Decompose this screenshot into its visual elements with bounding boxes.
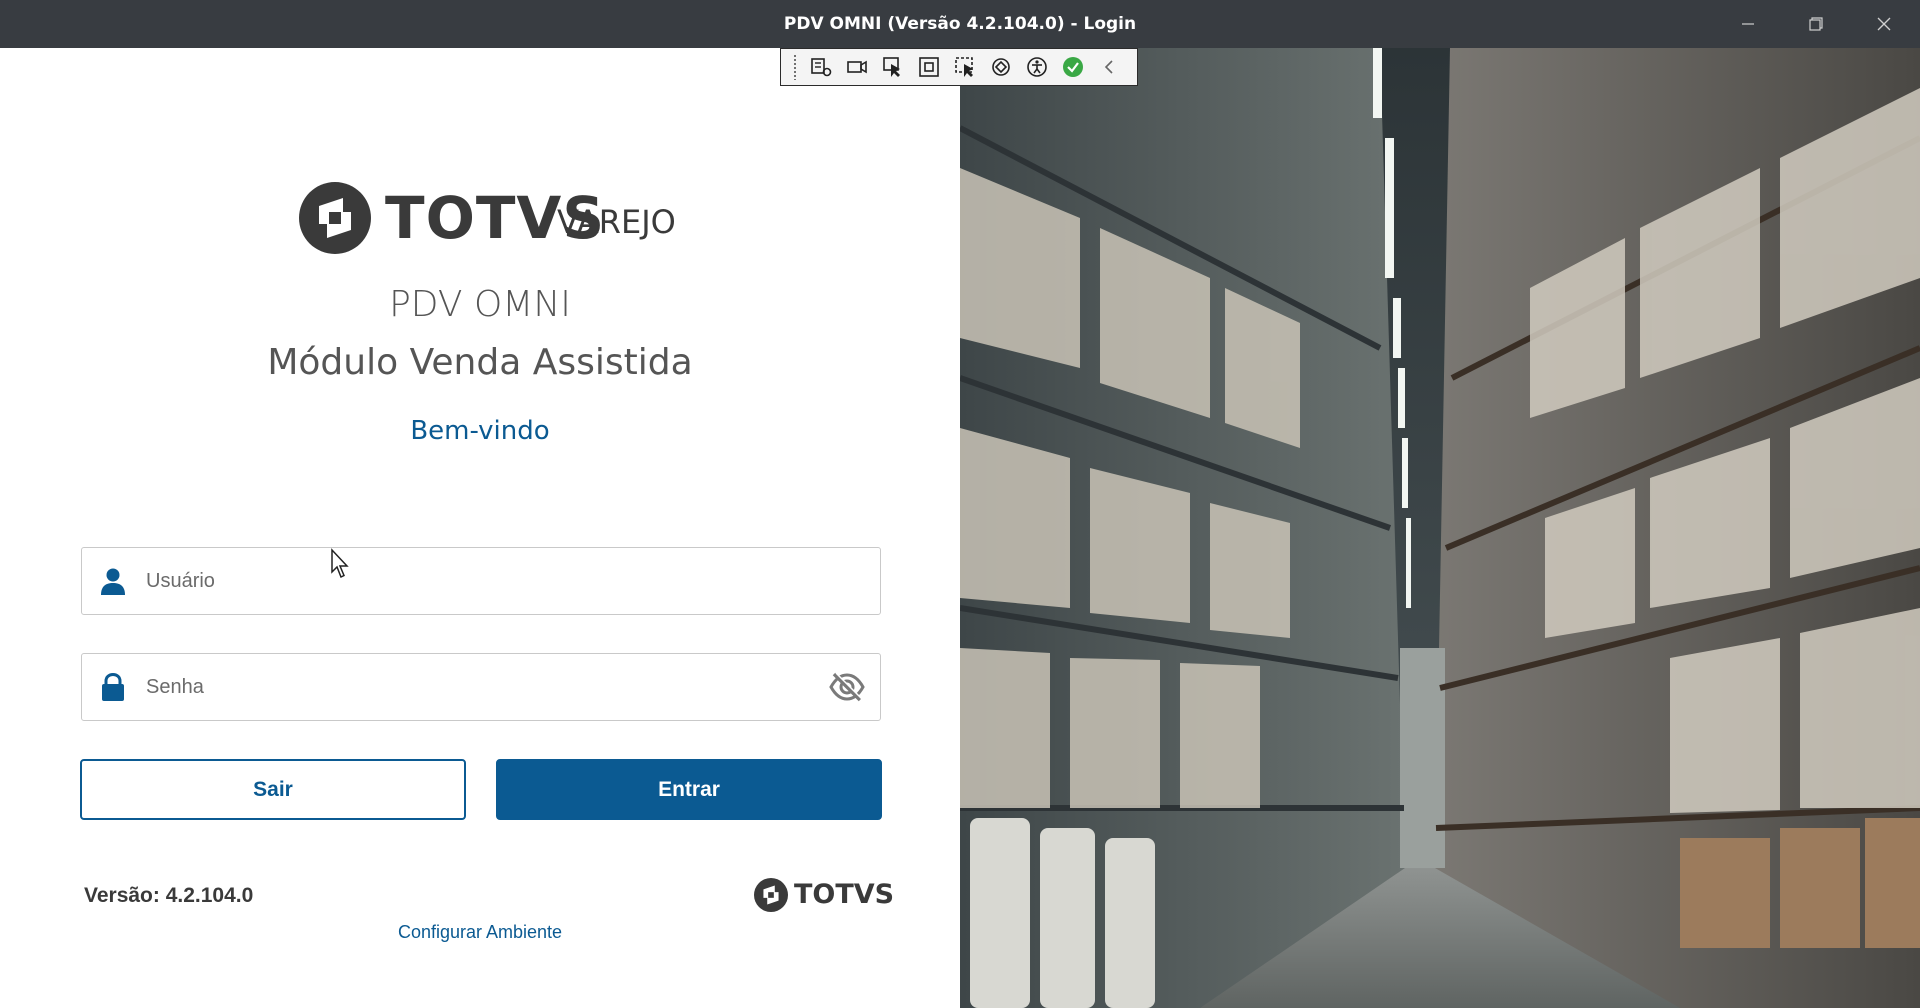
select-element-icon [883,57,900,77]
debug-toolbar [780,48,1138,86]
module-name: Módulo Venda Assistida [267,342,693,383]
mouse-cursor-icon [331,548,349,579]
binding-status-button[interactable] [1055,52,1091,82]
configure-environment-link[interactable]: Configurar Ambiente [0,922,960,943]
hot-reload-button[interactable] [983,52,1019,82]
toolbar-grip-icon[interactable] [793,54,797,80]
totvs-small-logo-icon [754,878,788,912]
user-icon [101,568,125,595]
username-field[interactable] [81,547,881,615]
restore-icon [1809,17,1823,31]
app-name: PDV OMNI [389,284,571,325]
select-element-button[interactable] [875,52,911,82]
exit-button-label: Sair [253,777,293,801]
record-button[interactable] [839,52,875,82]
logo-subtitle: VAREJO [557,203,676,241]
binding-ok-icon [1063,57,1083,77]
record-icon [847,60,867,74]
footer-logo: TOTVS [754,876,894,916]
login-button[interactable]: Entrar [496,759,882,820]
warehouse-image [960,48,1920,1008]
version-label: Versão: 4.2.104.0 [84,884,254,907]
window-titlebar: PDV OMNI (Versão 4.2.104.0) - Login [0,0,1920,48]
welcome-heading: Bem-vindo [410,416,550,446]
hot-reload-icon [992,58,1010,76]
username-input[interactable] [146,548,786,614]
minimize-icon [1742,23,1754,25]
accessibility-icon [1027,57,1047,77]
lock-icon [102,672,124,701]
display-adorners-button[interactable] [911,52,947,82]
minimize-button[interactable] [1714,0,1782,48]
login-panel: TOTVS VAREJO PDV OMNI Módulo Venda Assis… [0,48,960,1008]
warehouse-photo [960,48,1920,1008]
password-field[interactable] [81,653,881,721]
restore-button[interactable] [1782,0,1850,48]
hide-password-icon[interactable] [828,671,866,703]
close-button[interactable] [1850,0,1918,48]
track-focus-button[interactable] [947,52,983,82]
close-icon [1877,17,1891,31]
accessibility-button[interactable] [1019,52,1055,82]
collapse-icon [1104,60,1113,74]
exit-button[interactable]: Sair [80,759,466,820]
live-visual-tree-button[interactable] [803,52,839,82]
brand-logo: TOTVS VAREJO [299,182,699,262]
live-visual-tree-icon [811,58,832,77]
track-focus-icon [955,57,973,77]
totvs-logo-icon [299,182,371,254]
window-title: PDV OMNI (Versão 4.2.104.0) - Login [783,14,1137,34]
footer-logo-wordmark: TOTVS [794,879,895,910]
display-layout-adorners-icon [919,57,939,77]
password-input[interactable] [146,654,786,720]
collapse-toolbar-button[interactable] [1091,52,1127,82]
login-button-label: Entrar [658,777,720,801]
